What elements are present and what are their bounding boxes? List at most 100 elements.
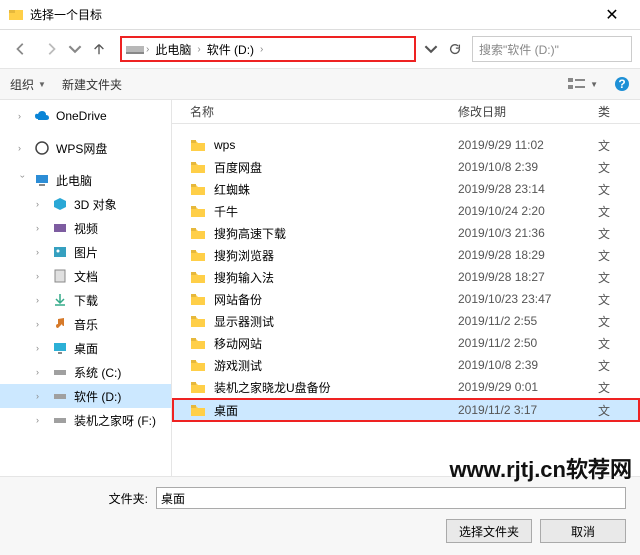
file-name: 显示器测试	[214, 313, 458, 330]
file-name: 搜狗高速下载	[214, 225, 458, 242]
file-date: 2019/9/28 18:27	[458, 270, 598, 284]
column-headers: 名称 修改日期 类	[172, 100, 640, 124]
file-date: 2019/10/8 2:39	[458, 160, 598, 174]
file-name: 网站备份	[214, 291, 458, 308]
column-type[interactable]: 类	[598, 103, 640, 120]
file-date: 2019/9/28 18:29	[458, 248, 598, 262]
navigation-pane[interactable]: › OneDrive › WPS网盘 › 此电脑 › 3D 对象 › 视频 ›	[0, 100, 172, 476]
select-folder-button[interactable]: 选择文件夹	[446, 519, 532, 543]
column-date[interactable]: 修改日期	[458, 103, 598, 120]
nav-back-button[interactable]	[8, 36, 34, 62]
sidebar-item-drive-d[interactable]: › 软件 (D:)	[0, 384, 171, 408]
drive-icon	[52, 412, 68, 428]
file-date: 2019/9/29 11:02	[458, 138, 598, 152]
file-date: 2019/11/2 3:17	[458, 403, 598, 417]
file-date: 2019/9/28 23:14	[458, 182, 598, 196]
list-item[interactable]: wps2019/9/29 11:02文	[172, 134, 640, 156]
list-item[interactable]: 红蜘蛛2019/9/28 23:14文	[172, 178, 640, 200]
file-type: 文	[598, 313, 640, 330]
list-item[interactable]: 百度网盘2019/10/8 2:39文	[172, 156, 640, 178]
file-type: 文	[598, 357, 640, 374]
list-item[interactable]: 显示器测试2019/11/2 2:55文	[172, 310, 640, 332]
list-item[interactable]: 移动网站2019/11/2 2:50文	[172, 332, 640, 354]
file-rows[interactable]: wps2019/9/29 11:02文百度网盘2019/10/8 2:39文红蜘…	[172, 124, 640, 476]
cloud-icon	[34, 108, 50, 124]
sidebar-item-3dobjects[interactable]: › 3D 对象	[0, 192, 171, 216]
chevron-down-icon: ▼	[590, 80, 598, 89]
list-item[interactable]: 桌面2019/11/2 3:17文	[172, 398, 640, 422]
file-date: 2019/9/29 0:01	[458, 380, 598, 394]
breadcrumb-drive[interactable]: 软件 (D:)	[203, 41, 258, 58]
sidebar-item-onedrive[interactable]: › OneDrive	[0, 104, 171, 128]
sidebar-item-drive-c[interactable]: › 系统 (C:)	[0, 360, 171, 384]
picture-icon	[52, 244, 68, 260]
folder-icon	[190, 248, 206, 262]
file-type: 文	[598, 203, 640, 220]
file-name: 搜狗输入法	[214, 269, 458, 286]
file-type: 文	[598, 159, 640, 176]
list-item[interactable]: 装机之家晓龙U盘备份2019/9/29 0:01文	[172, 376, 640, 398]
file-type: 文	[598, 335, 640, 352]
breadcrumb[interactable]: › 此电脑 › 软件 (D:) ›	[120, 36, 416, 62]
file-type: 文	[598, 269, 640, 286]
breadcrumb-thispc[interactable]: 此电脑	[151, 41, 195, 58]
list-item[interactable]: 搜狗浏览器2019/9/28 18:29文	[172, 244, 640, 266]
column-name[interactable]: 名称	[190, 103, 458, 120]
folder-icon	[190, 182, 206, 196]
list-item[interactable]: 搜狗高速下载2019/10/3 21:36文	[172, 222, 640, 244]
refresh-button[interactable]	[442, 36, 468, 62]
title-bar: 选择一个目标 ✕	[0, 0, 640, 30]
list-item[interactable]: 网站备份2019/10/23 23:47文	[172, 288, 640, 310]
dialog-bottom: 文件夹: 选择文件夹 取消	[0, 476, 640, 555]
drive-icon	[52, 388, 68, 404]
video-icon	[52, 220, 68, 236]
sidebar-item-wps[interactable]: › WPS网盘	[0, 136, 171, 160]
file-type: 文	[598, 247, 640, 264]
sidebar-item-drive-e[interactable]: › 装机之家呀 (F:)	[0, 408, 171, 432]
new-folder-button[interactable]: 新建文件夹	[62, 76, 122, 93]
file-type: 文	[598, 291, 640, 308]
file-name: 移动网站	[214, 335, 458, 352]
sidebar-item-videos[interactable]: › 视频	[0, 216, 171, 240]
file-name: wps	[214, 138, 458, 152]
close-button[interactable]: ✕	[592, 0, 632, 30]
drive-icon	[126, 42, 144, 56]
sidebar-item-thispc[interactable]: › 此电脑	[0, 168, 171, 192]
chevron-right-icon: ›	[260, 44, 263, 55]
file-name: 桌面	[214, 402, 458, 419]
cancel-button[interactable]: 取消	[540, 519, 626, 543]
folder-name-input[interactable]	[156, 487, 626, 509]
nav-forward-button[interactable]	[38, 36, 64, 62]
sidebar-item-pictures[interactable]: › 图片	[0, 240, 171, 264]
watermark: www.rjtj.cn软荐网	[449, 452, 632, 484]
music-icon	[52, 316, 68, 332]
list-item[interactable]: 搜狗输入法2019/9/28 18:27文	[172, 266, 640, 288]
address-bar: › 此电脑 › 软件 (D:) › 搜索"软件 (D:)"	[0, 30, 640, 68]
view-options-button[interactable]: ▼	[568, 77, 598, 91]
toolbar: 组织 ▼ 新建文件夹 ▼ ?	[0, 68, 640, 100]
chevron-right-icon: ›	[197, 44, 200, 55]
search-input[interactable]: 搜索"软件 (D:)"	[472, 36, 632, 62]
list-item[interactable]	[172, 124, 640, 134]
window-title: 选择一个目标	[30, 6, 592, 23]
chevron-right-icon: ›	[146, 44, 149, 55]
folder-icon	[190, 358, 206, 372]
nav-recent-dropdown[interactable]	[68, 36, 82, 62]
nav-up-button[interactable]	[86, 36, 112, 62]
organize-menu[interactable]: 组织 ▼	[10, 76, 46, 93]
file-type: 文	[598, 225, 640, 242]
sidebar-item-documents[interactable]: › 文档	[0, 264, 171, 288]
pc-icon	[34, 172, 50, 188]
app-icon	[8, 7, 24, 23]
sidebar-item-desktop[interactable]: › 桌面	[0, 336, 171, 360]
list-item[interactable]: 游戏测试2019/10/8 2:39文	[172, 354, 640, 376]
folder-icon	[190, 226, 206, 240]
sidebar-item-downloads[interactable]: › 下载	[0, 288, 171, 312]
list-item[interactable]: 千牛2019/10/24 2:20文	[172, 200, 640, 222]
file-name: 百度网盘	[214, 159, 458, 176]
file-date: 2019/11/2 2:55	[458, 314, 598, 328]
help-button[interactable]: ?	[614, 76, 630, 92]
breadcrumb-dropdown[interactable]	[424, 36, 438, 62]
file-type: 文	[598, 137, 640, 154]
sidebar-item-music[interactable]: › 音乐	[0, 312, 171, 336]
